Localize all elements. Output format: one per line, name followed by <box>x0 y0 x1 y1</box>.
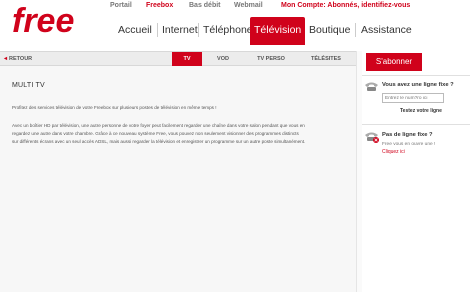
line-check-title: Vous avez une ligne fixe ? <box>382 82 454 88</box>
sidebar-separator <box>362 75 470 76</box>
test-line-button[interactable]: Testez votre ligne <box>400 108 442 114</box>
nav-separator <box>355 23 356 37</box>
no-line-block: Pas de ligne fixe ? Free vous en ouvre u… <box>362 131 470 161</box>
body-line-3: sur différents écrans avec un seul accès… <box>12 138 306 144</box>
topnav-webmail[interactable]: Webmail <box>234 2 263 9</box>
topnav-freebox[interactable]: Freebox <box>146 2 173 9</box>
sidebar-separator <box>362 124 470 125</box>
no-line-description: Free vous en ouvre une ! <box>382 142 436 147</box>
nav-telephone[interactable]: Téléphone <box>199 17 257 45</box>
top-navigation: Portail Freebox Bas débit Webmail Mon Co… <box>0 2 470 13</box>
back-label: RETOUR <box>9 56 33 62</box>
phone-number-input[interactable] <box>382 93 444 103</box>
topnav-account[interactable]: Mon Compte: Abonnés, identifiez-vous <box>281 2 410 9</box>
nav-television[interactable]: Télévision <box>250 17 306 45</box>
topnav-bas-debit[interactable]: Bas débit <box>189 2 221 9</box>
nav-assistance[interactable]: Assistance <box>357 17 416 45</box>
subscribe-button[interactable]: S'abonner <box>366 53 422 71</box>
back-link[interactable]: ◂ RETOUR <box>4 55 32 62</box>
nav-boutique[interactable]: Boutique <box>305 17 354 45</box>
topnav-portail[interactable]: Portail <box>110 2 132 9</box>
tab-tv-perso[interactable]: TV PERSO <box>248 52 294 66</box>
nav-internet[interactable]: Internet <box>158 17 202 45</box>
main-content: MULTI TV Profitez des services télévisio… <box>0 66 356 292</box>
nav-accueil[interactable]: Accueil <box>114 17 156 45</box>
body-line-2: regardez une autre dans votre chambre. G… <box>12 130 299 136</box>
no-line-title: Pas de ligne fixe ? <box>382 132 433 138</box>
phone-icon <box>365 82 378 91</box>
line-check-block: Vous avez une ligne fixe ? Testez votre … <box>362 81 470 121</box>
tab-vod[interactable]: VOD <box>208 52 238 66</box>
main-navigation: Accueil Internet Téléphone Télévision Bo… <box>0 17 470 45</box>
tab-tv[interactable]: TV <box>172 52 202 66</box>
back-arrow-icon: ◂ <box>4 56 8 62</box>
sidebar: S'abonner Vous avez une ligne fixe ? Tes… <box>362 51 470 292</box>
tab-telesites[interactable]: TÉLÉSITES <box>304 52 348 66</box>
page-title: MULTI TV <box>12 82 45 89</box>
no-phone-icon <box>365 132 379 143</box>
body-line-1: Avec un boîtier HD par télévision, une a… <box>12 123 305 128</box>
click-here-link[interactable]: Cliquez ici <box>382 149 405 155</box>
intro-paragraph: Profitez des services télévision de votr… <box>12 105 217 110</box>
sub-navigation: ◂ RETOUR TV VOD TV PERSO TÉLÉSITES <box>0 51 356 66</box>
